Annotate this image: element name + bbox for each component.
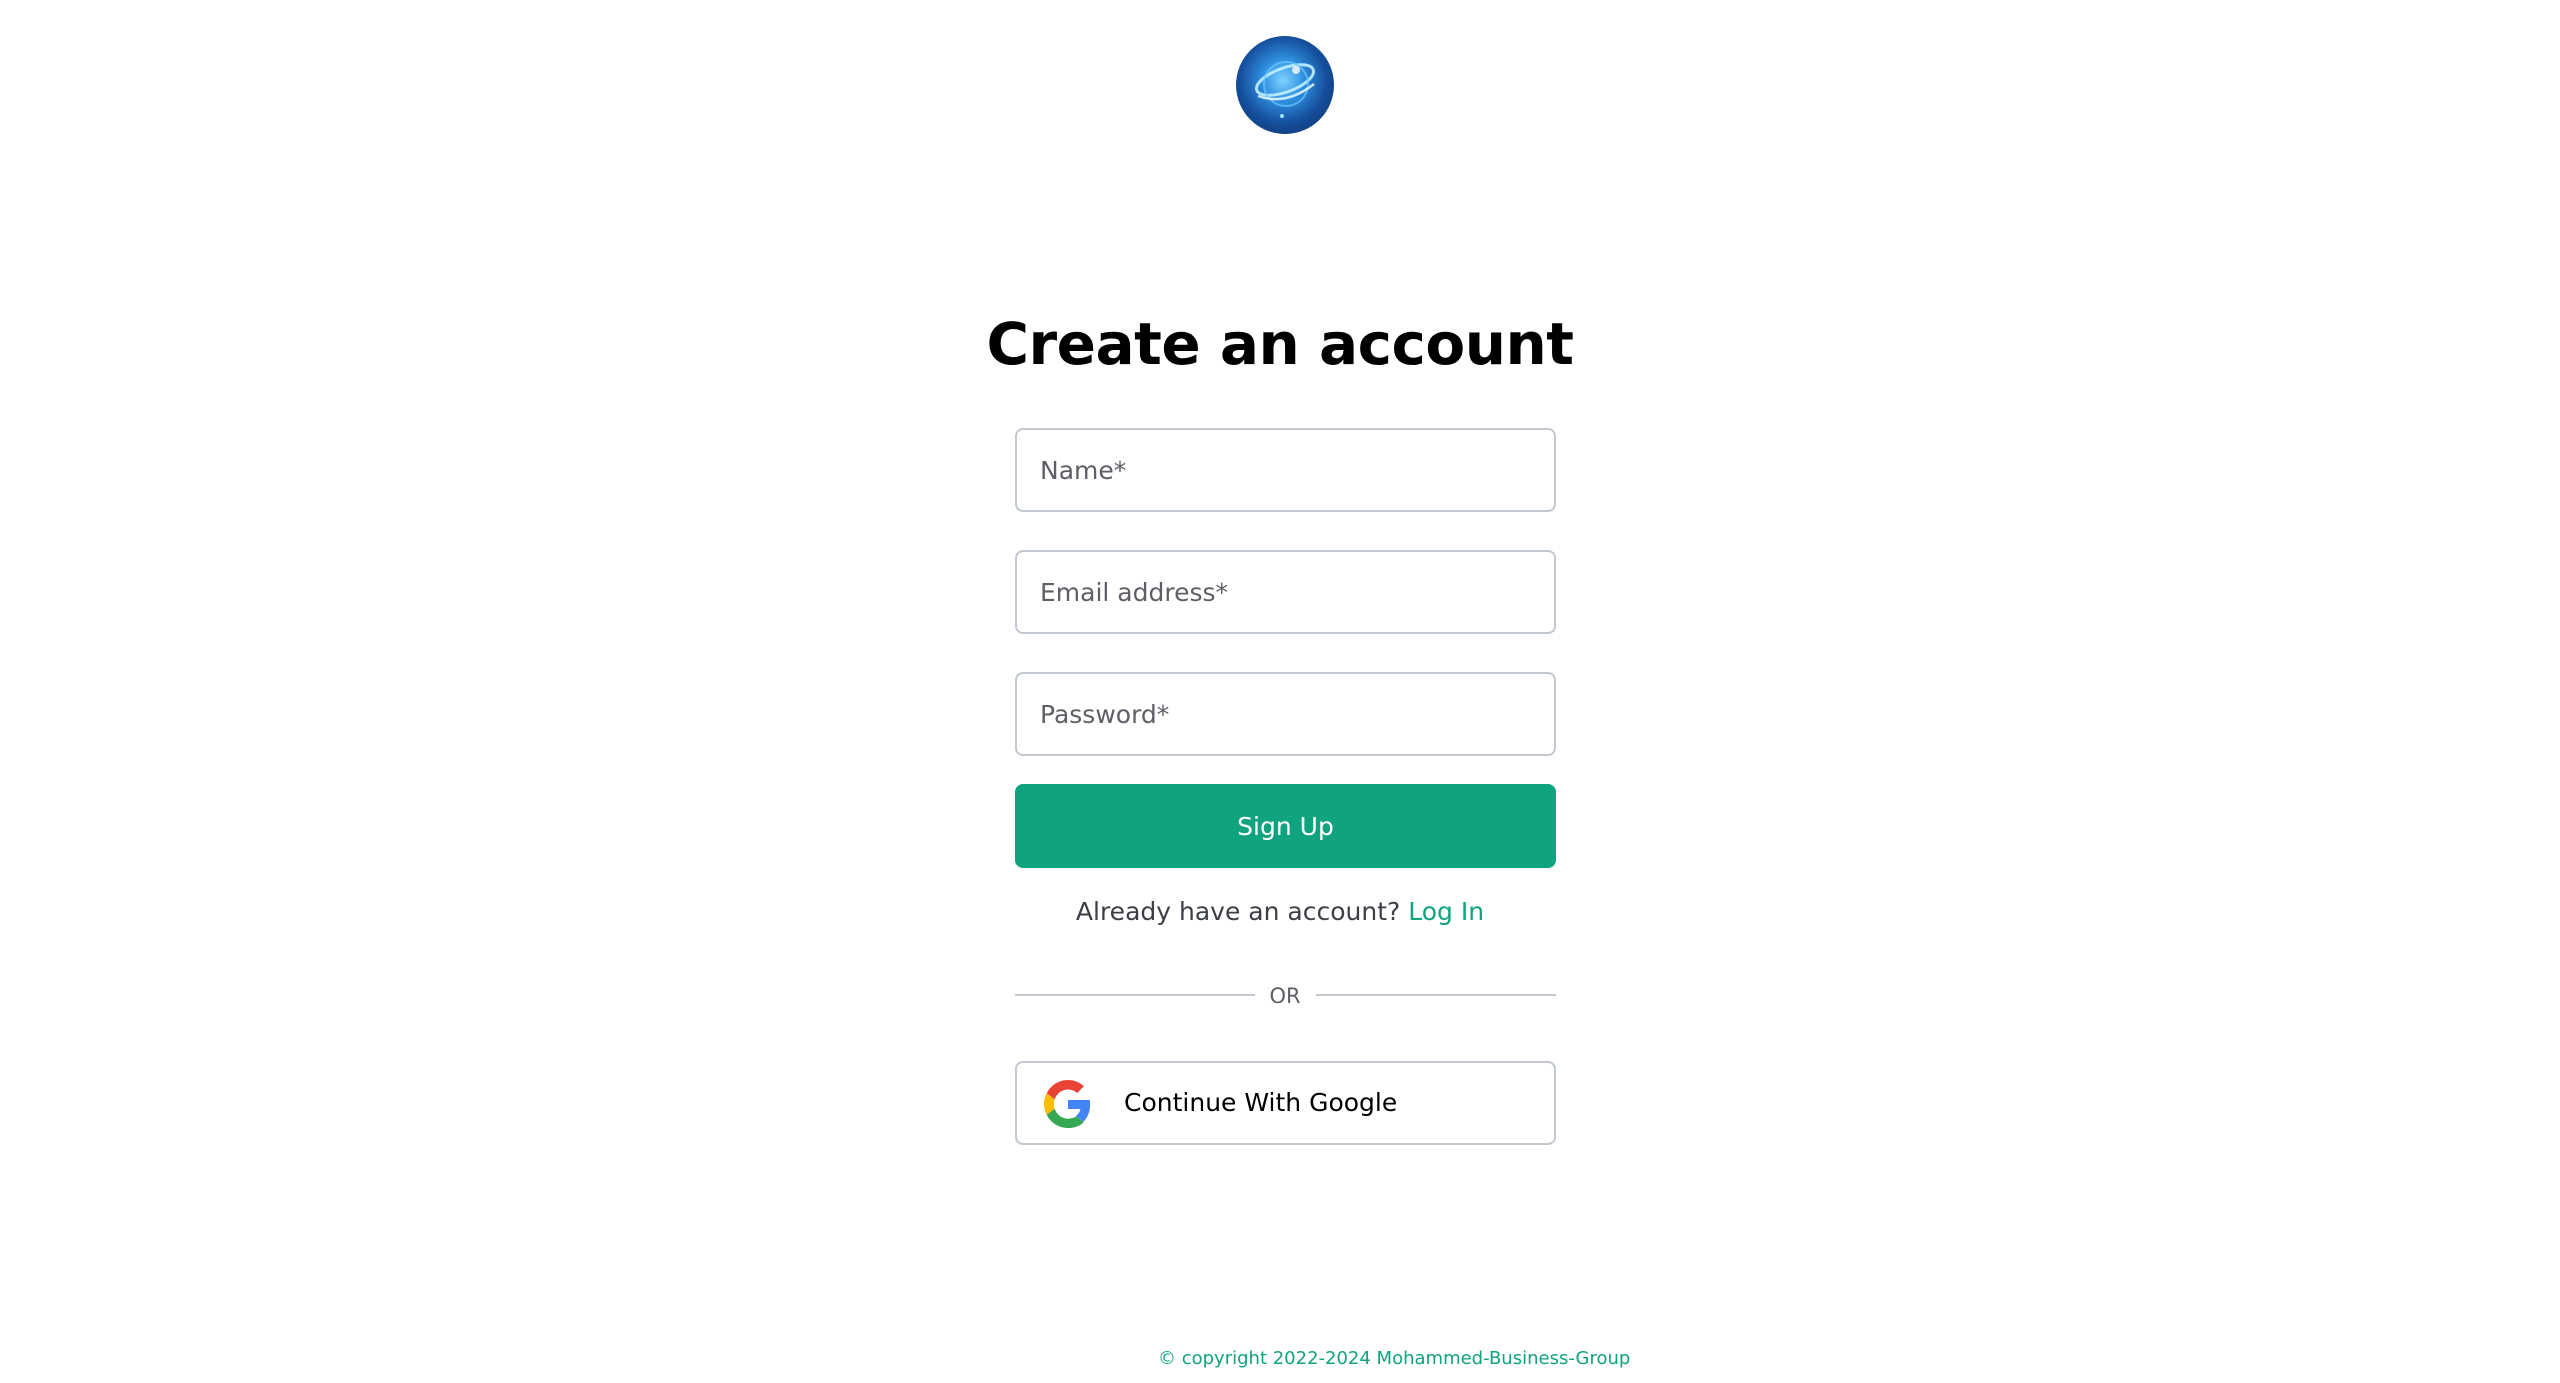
sign-up-label: Sign Up xyxy=(1237,811,1334,841)
divider-right-line xyxy=(1316,994,1556,996)
login-prompt-text: Already have an account? xyxy=(1075,897,1401,926)
orbit-globe-logo-icon xyxy=(1255,61,1315,118)
log-in-link[interactable]: Log In xyxy=(1408,897,1484,926)
name-input[interactable] xyxy=(1015,428,1556,512)
continue-with-google-label: Continue With Google xyxy=(1124,1088,1398,1117)
sign-up-button[interactable]: Sign Up xyxy=(1015,784,1556,868)
page-title: Create an account xyxy=(986,310,1574,378)
footer-copyright: © copyright 2022-2024 Mohammed-Business-… xyxy=(1158,1348,1631,1369)
google-g-icon xyxy=(1044,1080,1091,1128)
divider-left-line xyxy=(1015,994,1255,996)
continue-with-google-button[interactable]: Continue With Google xyxy=(1015,1061,1556,1145)
email-input[interactable] xyxy=(1015,550,1556,634)
brand-logo xyxy=(1236,36,1334,134)
password-input[interactable] xyxy=(1015,672,1556,756)
divider-or-label: OR xyxy=(1269,984,1301,1008)
login-prompt-row: Already have an account? Log In xyxy=(0,897,2560,926)
